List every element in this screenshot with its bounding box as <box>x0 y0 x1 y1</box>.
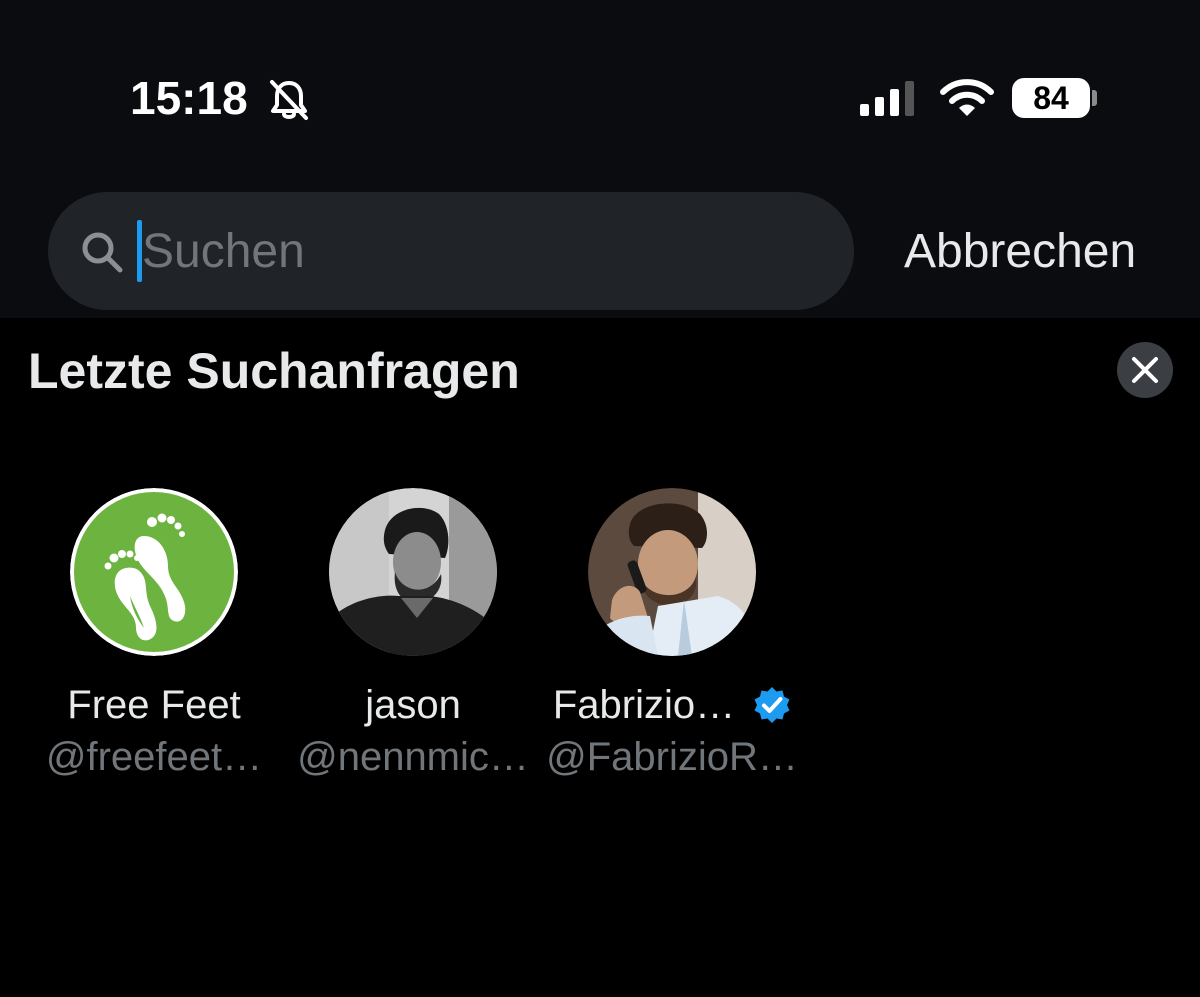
battery-tip <box>1092 90 1097 106</box>
recent-item-name: jason <box>365 683 461 727</box>
battery-level: 84 <box>1033 80 1069 116</box>
recent-item-name: Fabrizio… <box>542 680 802 730</box>
verified-badge-icon <box>754 687 790 723</box>
clear-recent-button[interactable] <box>1117 342 1173 398</box>
cancel-button[interactable]: Abbrechen <box>904 222 1136 282</box>
search-input[interactable] <box>142 218 822 284</box>
bell-muted-icon <box>270 80 308 120</box>
section-title: Letzte Suchanfragen <box>28 343 520 399</box>
battery-icon: 84 <box>1012 78 1090 118</box>
text-cursor <box>137 220 142 282</box>
status-time: 15:18 <box>130 72 248 124</box>
close-icon <box>1132 357 1158 383</box>
wifi-icon <box>940 79 994 116</box>
recent-item-handle: @freefeet… <box>45 735 263 779</box>
avatar-fabrizio <box>588 488 756 656</box>
search-icon <box>82 232 123 273</box>
avatar-jason <box>329 488 497 656</box>
cellular-signal-icon <box>860 81 914 116</box>
avatar-free-feet <box>70 488 238 656</box>
recent-item-handle: @FabrizioR… <box>546 735 798 779</box>
recent-item-name: Free Feet <box>67 683 241 727</box>
recent-item-handle: @nennmic… <box>297 735 529 779</box>
